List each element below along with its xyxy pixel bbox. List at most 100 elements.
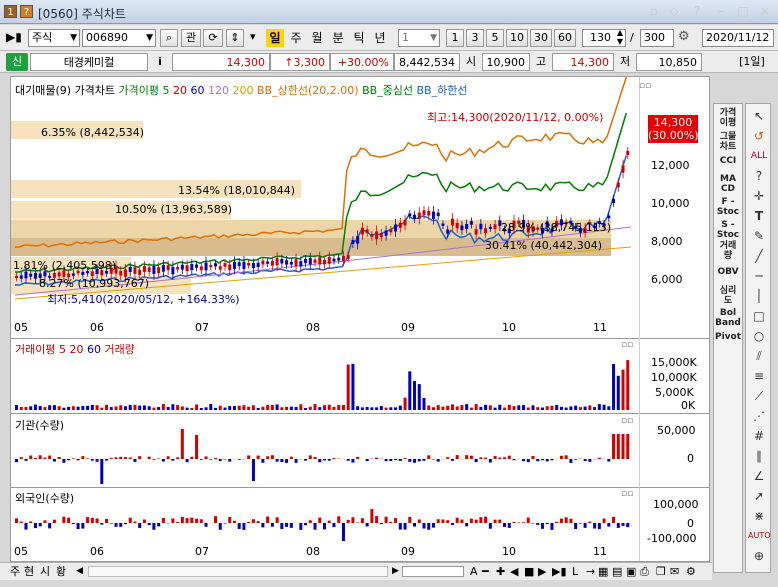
interval-10-button[interactable]: 10: [506, 29, 528, 47]
period-day-tab[interactable]: 일: [266, 29, 284, 47]
indicator-cci[interactable]: CCI: [714, 156, 742, 166]
refresh-button[interactable]: ⟳: [203, 29, 223, 47]
settings-icon[interactable]: ⚙: [678, 29, 690, 44]
forward-icon[interactable]: →: [586, 564, 595, 579]
panel-restore-icon[interactable]: ▫▫: [621, 489, 633, 499]
stepper-button[interactable]: ⇕: [226, 29, 244, 47]
link-icon[interactable]: ▶▮: [6, 30, 22, 44]
scrollbar-track[interactable]: [88, 566, 388, 577]
zoom-in-icon[interactable]: ✚: [496, 564, 505, 579]
indicator-volume[interactable]: 거래 량: [714, 241, 742, 261]
dropdown-icon[interactable]: ▾: [250, 30, 256, 43]
indicator-slow-stoch[interactable]: S - Stoc: [714, 220, 742, 240]
maximize-icon[interactable]: □: [734, 3, 752, 19]
cycle-icon[interactable]: ∥: [748, 446, 770, 466]
indicator-psychology[interactable]: 심리 도: [714, 286, 742, 306]
line-icon[interactable]: ╱: [748, 246, 770, 266]
tab-hyun[interactable]: 현: [24, 564, 34, 579]
panel-restore-icon[interactable]: ▫▫: [639, 81, 651, 91]
magnet-icon[interactable]: ⊕: [748, 546, 770, 566]
cursor-icon[interactable]: ↖: [748, 106, 770, 126]
rectangle-icon[interactable]: □: [748, 306, 770, 326]
mail-icon[interactable]: ✉: [670, 564, 679, 579]
channel-icon[interactable]: ⫽: [748, 346, 770, 366]
institution-bar: [583, 459, 587, 462]
date-input[interactable]: 2020/11/12: [702, 29, 774, 47]
copy-icon[interactable]: ❐: [656, 564, 666, 579]
search-button[interactable]: ⌕: [160, 29, 178, 47]
institution-bar: [607, 459, 611, 462]
interval-1-button[interactable]: 1: [446, 29, 464, 47]
panel-restore-icon[interactable]: ▫▫: [621, 416, 633, 426]
close-icon[interactable]: ×: [756, 3, 774, 19]
minimize-icon[interactable]: –: [712, 3, 730, 19]
interval-5-button[interactable]: 5: [486, 29, 504, 47]
pencil-icon[interactable]: ✎: [748, 226, 770, 246]
interval-3-button[interactable]: 3: [466, 29, 484, 47]
indicator-pivot[interactable]: Pivot: [714, 332, 742, 342]
save-icon[interactable]: ▤: [612, 564, 622, 579]
config-icon[interactable]: ⚙: [686, 564, 696, 579]
market-select[interactable]: 주식 ▼: [28, 29, 80, 47]
zoom-slider[interactable]: [402, 566, 464, 577]
candle-body: [209, 265, 213, 268]
tab-si[interactable]: 시: [40, 564, 50, 579]
delete-all-icon[interactable]: ALL: [748, 146, 770, 166]
chart-area[interactable]: 대기매물(9) 가격차트 가격이평 5 20 60 120 200 BB_상한선…: [10, 76, 710, 562]
info-icon[interactable]: i: [152, 53, 168, 71]
fibonacci-icon[interactable]: ≡: [748, 366, 770, 386]
stop-icon[interactable]: ■: [524, 564, 534, 579]
grid-icon[interactable]: #: [748, 426, 770, 446]
tab-jong[interactable]: 주: [10, 564, 20, 579]
watch-button[interactable]: 관: [181, 29, 201, 47]
window-pin-icon[interactable]: ◇: [665, 3, 683, 19]
zoom-out-icon[interactable]: ━: [482, 564, 489, 579]
crosshair-icon[interactable]: ✛: [748, 186, 770, 206]
period-tick-tab[interactable]: 틱: [350, 29, 368, 47]
fan-icon[interactable]: ⋰: [748, 406, 770, 426]
count-stepper[interactable]: 130 ▲ ▼: [582, 28, 626, 47]
scroll-right-icon[interactable]: ▶: [392, 564, 399, 579]
image-icon[interactable]: ▣: [626, 564, 636, 579]
excel-icon[interactable]: ▦: [598, 564, 608, 579]
ellipse-icon[interactable]: ○: [748, 326, 770, 346]
gann-icon[interactable]: ⋇: [748, 506, 770, 526]
horizontal-line-icon[interactable]: ─: [748, 266, 770, 286]
panel-restore-icon[interactable]: ▫▫: [621, 340, 633, 350]
window-option-icon[interactable]: ▫: [645, 3, 663, 19]
help-icon[interactable]: ?: [20, 5, 33, 18]
interval-30-button[interactable]: 30: [530, 29, 552, 47]
indicator-fast-stoch[interactable]: F - Stoc: [714, 197, 742, 217]
auto-icon[interactable]: AUTO: [748, 526, 771, 546]
indicator-net[interactable]: 그물 차트: [714, 132, 742, 152]
scroll-left-icon[interactable]: ◀: [76, 564, 83, 579]
move-left-icon[interactable]: ◀: [510, 564, 518, 579]
period-year-tab[interactable]: 년: [371, 29, 389, 47]
period-month-tab[interactable]: 월: [308, 29, 326, 47]
window-help-icon[interactable]: ?: [688, 3, 706, 19]
indicator-bollinger[interactable]: Bol Band: [714, 308, 742, 328]
arrow-icon[interactable]: ➚: [748, 486, 770, 506]
fast-forward-icon[interactable]: ▶▮: [552, 564, 567, 579]
trend-icon[interactable]: ⟋: [748, 386, 770, 406]
help-icon[interactable]: ?: [748, 166, 770, 186]
chart-canvas[interactable]: [11, 77, 709, 561]
interval-60-button[interactable]: 60: [554, 29, 576, 47]
total-input[interactable]: 300: [640, 29, 674, 47]
tab-hwang[interactable]: 황: [56, 564, 66, 579]
undo-icon[interactable]: ↺: [748, 126, 770, 146]
zoom-text-icon[interactable]: A: [470, 564, 478, 579]
period-minute-tab[interactable]: 분: [329, 29, 347, 47]
move-right-icon[interactable]: ▶: [538, 564, 546, 579]
indicator-macd[interactable]: MA CD: [714, 174, 742, 194]
text-icon[interactable]: T: [748, 206, 770, 226]
stock-code-input[interactable]: 006890 ▼: [82, 29, 156, 47]
print-icon[interactable]: ⎙: [640, 564, 649, 579]
vertical-line-icon[interactable]: │: [748, 286, 770, 306]
indicator-obv[interactable]: OBV: [714, 267, 742, 277]
interval-select[interactable]: 1 ▼: [398, 29, 440, 47]
last-icon[interactable]: L: [572, 564, 578, 579]
period-week-tab[interactable]: 주: [287, 29, 305, 47]
angle-icon[interactable]: ∠: [748, 466, 770, 486]
indicator-ma[interactable]: 가격 이평: [714, 108, 742, 128]
